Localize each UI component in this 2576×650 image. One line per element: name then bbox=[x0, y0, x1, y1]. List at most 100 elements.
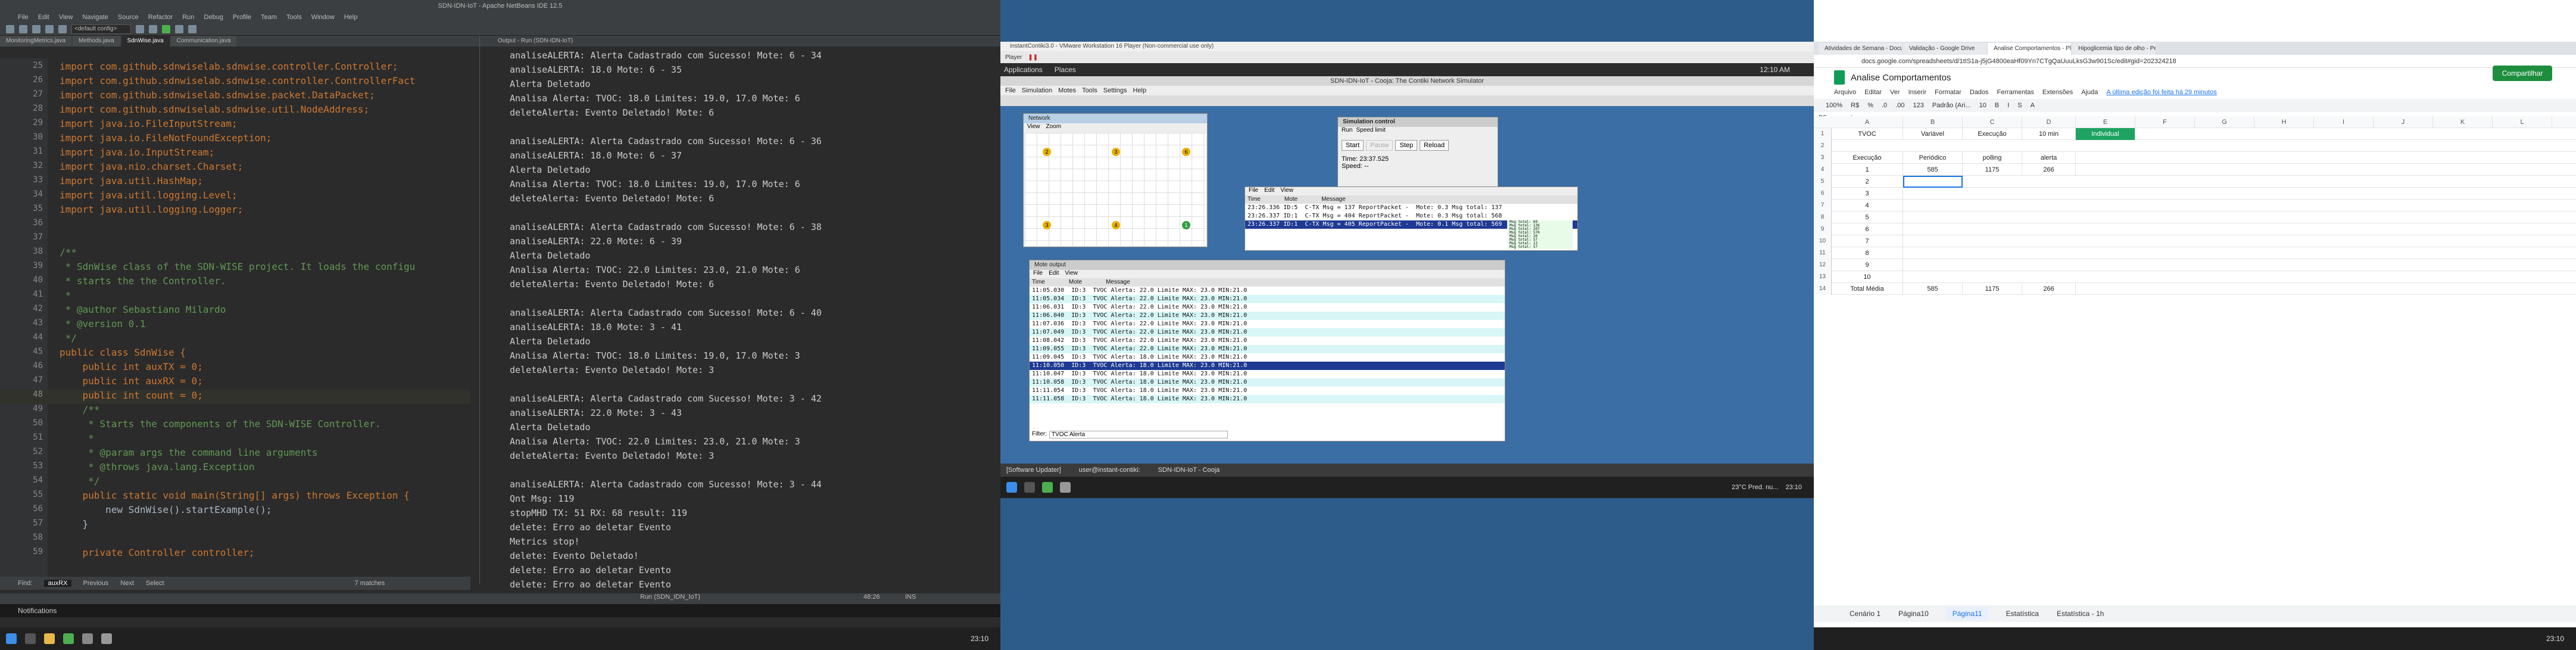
toolbar-item[interactable]: .00 bbox=[1895, 102, 1904, 109]
menu-item[interactable]: Refactor bbox=[148, 12, 173, 23]
sheet-menu-item[interactable]: Arquivo bbox=[1834, 87, 1856, 98]
log-row[interactable]: 23:26.337 ID:1 C-TX Msg = 404 ReportPack… bbox=[1245, 212, 1577, 220]
browser-tab[interactable]: Analise Comportamentos - Plan bbox=[1988, 43, 2071, 55]
netbeans-icon[interactable] bbox=[82, 633, 93, 644]
row-header[interactable]: 9 bbox=[1814, 223, 1832, 235]
cell[interactable]: Periódico bbox=[1903, 152, 1963, 164]
sheet-menu-item[interactable]: Formatar bbox=[1935, 87, 1961, 98]
selected-cell[interactable] bbox=[1903, 176, 1963, 188]
player-menu[interactable]: Player bbox=[1005, 54, 1022, 61]
log-row[interactable]: 11:10.058 ID:3 TVOC Alerta: 18.0 Limite … bbox=[1030, 378, 1505, 387]
column-header[interactable]: E bbox=[2076, 116, 2135, 128]
chrome-icon[interactable] bbox=[63, 633, 74, 644]
cooja-menu-item[interactable]: File bbox=[1005, 86, 1016, 95]
toolbar-item[interactable]: Padrão (Ari... bbox=[1932, 102, 1971, 109]
cell[interactable]: Variável bbox=[1903, 128, 1963, 140]
cell[interactable]: 2 bbox=[1832, 176, 1903, 188]
log-row[interactable]: 11:10.047 ID:3 TVOC Alerta: 18.0 Limite … bbox=[1030, 370, 1505, 378]
cooja-menu-item[interactable]: Tools bbox=[1082, 86, 1097, 95]
debug-icon[interactable] bbox=[175, 24, 183, 33]
editor-tab[interactable]: Methods.java bbox=[73, 36, 120, 46]
cell[interactable]: 7 bbox=[1832, 235, 1903, 247]
toolbar-item[interactable]: B bbox=[1995, 102, 1999, 109]
pause-icon[interactable]: ❚❚ bbox=[1028, 54, 1038, 61]
log-row[interactable]: 23:26.336 ID:5 C-TX Msg = 137 ReportPack… bbox=[1245, 204, 1577, 212]
mote-node[interactable]: 3 bbox=[1043, 221, 1051, 229]
column-header[interactable]: H bbox=[2254, 116, 2314, 128]
search-icon[interactable] bbox=[25, 633, 36, 644]
sheet-tab[interactable]: Cenário 1 bbox=[1850, 609, 1880, 618]
vmware-icon[interactable] bbox=[1060, 482, 1071, 493]
cell[interactable]: 1175 bbox=[1963, 164, 2022, 176]
row-header[interactable]: 14 bbox=[1814, 283, 1832, 295]
start-button[interactable]: Start bbox=[1342, 140, 1364, 151]
cell[interactable]: 3 bbox=[1832, 188, 1903, 200]
next-button[interactable]: Next bbox=[120, 580, 134, 587]
menu-item[interactable]: Run bbox=[182, 12, 194, 23]
column-header[interactable]: Time bbox=[1032, 279, 1045, 285]
column-header[interactable]: J bbox=[2374, 116, 2433, 128]
chrome-icon[interactable] bbox=[1042, 482, 1053, 493]
cell[interactable]: 9 bbox=[1832, 259, 1903, 271]
cell[interactable]: 1 bbox=[1832, 164, 1903, 176]
menu-item[interactable]: Edit bbox=[38, 12, 49, 23]
cell[interactable]: 8 bbox=[1832, 247, 1903, 259]
sheet-tab[interactable]: Página10 bbox=[1898, 609, 1929, 618]
row-header[interactable]: 6 bbox=[1814, 188, 1832, 200]
radio-menu-item[interactable]: Edit bbox=[1264, 187, 1274, 195]
column-header[interactable]: Time bbox=[1248, 196, 1261, 203]
row-header[interactable]: 13 bbox=[1814, 271, 1832, 283]
editor-tab[interactable]: MonitoringMetrics.java bbox=[0, 36, 72, 46]
zoom-menu[interactable]: Zoom bbox=[1046, 123, 1062, 132]
cell[interactable]: 1175 bbox=[1963, 283, 2022, 295]
toolbar-item[interactable]: 123 bbox=[1913, 102, 1923, 109]
toolbar-item[interactable]: R$ bbox=[1851, 102, 1859, 109]
row-header[interactable]: 2 bbox=[1814, 140, 1832, 152]
previous-button[interactable]: Previous bbox=[83, 580, 109, 587]
toolbar-item[interactable]: I bbox=[2007, 102, 2009, 109]
mote-node[interactable]: 2 bbox=[1043, 148, 1051, 156]
output-tab[interactable]: Output - Run (SDN-IDN-IoT) bbox=[480, 36, 1000, 46]
browser-tab[interactable]: Validação - Google Drive bbox=[1903, 43, 1986, 55]
clean-build-icon[interactable] bbox=[149, 24, 157, 33]
vm-task[interactable]: SDN-IDN-IoT - Cooja bbox=[1158, 466, 1220, 474]
sheet-tab[interactable]: Página11 bbox=[1946, 607, 1988, 620]
filter-input[interactable]: TVOC Alerta bbox=[1049, 431, 1228, 438]
log-row[interactable]: 11:08.042 ID:3 TVOC Alerta: 22.0 Limite … bbox=[1030, 337, 1505, 345]
column-header[interactable]: I bbox=[2314, 116, 2374, 128]
places-menu[interactable]: Places bbox=[1055, 66, 1076, 74]
row-header[interactable]: 11 bbox=[1814, 247, 1832, 259]
column-header[interactable]: K bbox=[2433, 116, 2493, 128]
column-header[interactable]: Message bbox=[1321, 196, 1346, 203]
menu-item[interactable]: Profile bbox=[233, 12, 251, 23]
step-button[interactable]: Step bbox=[1395, 140, 1418, 151]
speed-limit-menu[interactable]: Speed limit bbox=[1356, 127, 1385, 135]
toolbar-item[interactable]: A bbox=[2031, 102, 2035, 109]
column-header[interactable]: Mote bbox=[1284, 196, 1298, 203]
row-header[interactable]: 8 bbox=[1814, 212, 1832, 223]
mote-node[interactable]: 3 bbox=[1112, 148, 1120, 156]
menu-item[interactable]: Team bbox=[261, 12, 277, 23]
cell[interactable]: 10 bbox=[1832, 271, 1903, 283]
address-bar[interactable]: docs.google.com/spreadsheets/d/1tIS1a-j5… bbox=[1814, 55, 2576, 68]
vm-task[interactable]: [Software Updater] bbox=[1006, 466, 1061, 474]
log-row[interactable]: 11:11.054 ID:3 TVOC Alerta: 18.0 Limite … bbox=[1030, 387, 1505, 395]
build-icon[interactable] bbox=[136, 24, 144, 33]
search-icon[interactable] bbox=[1024, 482, 1035, 493]
cooja-menu-item[interactable]: Help bbox=[1133, 86, 1147, 95]
vm-task[interactable]: user@instant-contiki: bbox=[1079, 466, 1140, 474]
column-header[interactable]: Message bbox=[1106, 279, 1130, 285]
pause-button[interactable]: Pause bbox=[1366, 140, 1393, 151]
mote-menu-item[interactable]: File bbox=[1033, 270, 1043, 278]
menu-item[interactable]: Navigate bbox=[82, 12, 108, 23]
toolbar-item[interactable]: S bbox=[2017, 102, 2022, 109]
reload-button[interactable]: Reload bbox=[1420, 140, 1449, 151]
row-header[interactable]: 7 bbox=[1814, 200, 1832, 212]
column-header[interactable]: D bbox=[2022, 116, 2076, 128]
column-header[interactable]: F bbox=[2135, 116, 2195, 128]
cooja-menu-item[interactable]: Simulation bbox=[1022, 86, 1052, 95]
cell[interactable]: 5 bbox=[1832, 212, 1903, 223]
cell[interactable]: Execução bbox=[1832, 152, 1903, 164]
network-canvas[interactable]: 2 3 6 3 4 5 1 bbox=[1025, 133, 1206, 245]
sheet-menu-item[interactable]: Ajuda bbox=[2081, 87, 2098, 98]
